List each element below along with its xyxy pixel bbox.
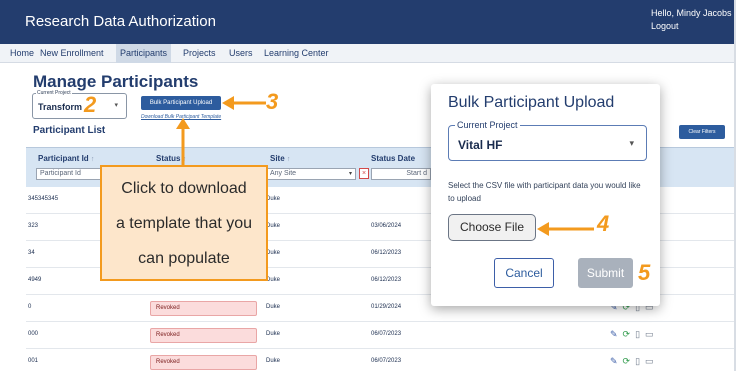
- logout-link[interactable]: Logout: [651, 20, 732, 33]
- refresh-icon[interactable]: ⟳: [623, 329, 631, 340]
- nav-home[interactable]: Home: [6, 44, 38, 63]
- submit-button[interactable]: Submit: [578, 258, 633, 288]
- site-cell: Duke: [266, 304, 281, 310]
- status-date-cell: 06/12/2023: [371, 277, 402, 283]
- bulk-upload-button[interactable]: Bulk Participant Upload: [141, 96, 221, 110]
- refresh-icon[interactable]: ⟳: [623, 356, 631, 367]
- sort-icon: ↑: [286, 156, 291, 163]
- chevron-down-icon: ▾: [348, 171, 352, 177]
- status-badge: Revoked: [150, 355, 257, 370]
- annotation-arrow-up: [176, 118, 190, 167]
- annotation-arrow-left-4: [537, 222, 594, 236]
- document-icon[interactable]: ▭: [645, 329, 654, 340]
- nav-participants[interactable]: Participants: [116, 44, 172, 63]
- annotation-number-3: 3: [266, 89, 279, 114]
- choose-file-button[interactable]: Choose File: [448, 214, 536, 241]
- site-cell: Duke: [266, 358, 281, 364]
- participant-id-cell: 4949: [28, 277, 42, 283]
- site-cell: Duke: [266, 331, 281, 337]
- clear-site-filter-icon[interactable]: ×: [359, 168, 369, 179]
- dialog-description: Select the CSV file with participant dat…: [448, 181, 641, 203]
- status-date-cell: 06/07/2023: [371, 358, 402, 364]
- participant-id-cell: 0: [28, 304, 32, 310]
- top-bar: Research Data Authorization Hello, Mindy…: [0, 0, 743, 44]
- chevron-down-icon: ▾: [629, 138, 634, 148]
- column-header-participant-id[interactable]: Participant Id ↑: [38, 154, 94, 163]
- row-actions: ✎ ⟳ ▯ ▭: [610, 329, 659, 340]
- table-row[interactable]: 001 Revoked Duke 06/07/2023 ✎ ⟳ ▯ ▭: [26, 349, 739, 371]
- participant-list-title: Participant List: [33, 125, 106, 136]
- site-cell: Duke: [266, 277, 281, 283]
- bulk-upload-dialog: Bulk Participant Upload Current Project …: [431, 84, 660, 306]
- status-date-cell: 03/06/2024: [371, 223, 402, 229]
- nav-learning-center[interactable]: Learning Center: [260, 44, 333, 63]
- dialog-project-value: Vital HF: [458, 138, 503, 152]
- page-edge: [734, 0, 743, 371]
- edit-icon[interactable]: ✎: [610, 329, 618, 340]
- status-date-cell: 01/29/2024: [371, 304, 402, 310]
- clear-filters-button[interactable]: Clear Filters: [679, 125, 725, 139]
- callout-text-line: can populate: [138, 250, 230, 267]
- nav-users[interactable]: Users: [225, 44, 257, 63]
- current-project-value: Transform: [38, 102, 83, 112]
- greeting-text: Hello, Mindy Jacobs: [651, 8, 732, 18]
- nav-projects[interactable]: Projects: [179, 44, 220, 63]
- clipboard-icon[interactable]: ▯: [635, 356, 640, 367]
- user-menu: Hello, Mindy Jacobs Logout: [651, 7, 732, 33]
- annotation-number-5: 5: [638, 260, 651, 285]
- annotation-arrow-left-3: [222, 96, 266, 110]
- participant-id-cell: 345345345: [28, 196, 59, 202]
- site-cell: Duke: [266, 250, 281, 256]
- site-filter-select[interactable]: Any Site ▾: [266, 168, 356, 180]
- callout-text-line: a template that you: [115, 215, 253, 232]
- participant-id-cell: 323: [28, 223, 39, 229]
- status-badge: Revoked: [150, 301, 257, 316]
- status-date-start-input[interactable]: Start d: [371, 168, 431, 180]
- dialog-title: Bulk Participant Upload: [448, 94, 615, 111]
- status-date-cell: 06/07/2023: [371, 331, 402, 337]
- annotation-callout: Click to download a template that you ca…: [100, 165, 268, 281]
- app-title: Research Data Authorization: [25, 13, 216, 30]
- participant-id-cell: 001: [28, 358, 39, 364]
- current-project-label: Current Project: [36, 90, 72, 96]
- row-actions: ✎ ⟳ ▯ ▭: [610, 356, 659, 367]
- status-badge: Revoked: [150, 328, 257, 343]
- status-date-cell: 06/12/2023: [371, 250, 402, 256]
- nav-new-enrollment[interactable]: New Enrollment: [36, 44, 108, 63]
- edit-icon[interactable]: ✎: [610, 356, 618, 367]
- dialog-project-label: Current Project: [455, 120, 520, 130]
- sort-icon: ↑: [90, 156, 95, 163]
- document-icon[interactable]: ▭: [645, 356, 654, 367]
- site-cell: Duke: [266, 223, 281, 229]
- clipboard-icon[interactable]: ▯: [635, 329, 640, 340]
- annotation-number-4: 4: [597, 211, 610, 236]
- callout-text-line: Click to download: [121, 180, 247, 197]
- cancel-button[interactable]: Cancel: [494, 258, 554, 288]
- participant-id-cell: 000: [28, 331, 39, 337]
- participant-id-cell: 34: [28, 250, 35, 256]
- dialog-project-select[interactable]: Current Project Vital HF ▾: [448, 120, 647, 161]
- site-cell: Duke: [266, 196, 281, 202]
- current-project-select[interactable]: Current Project Transform ▾: [32, 90, 127, 119]
- chevron-down-icon: ▾: [114, 102, 118, 109]
- page-title: Manage Participants: [33, 72, 199, 91]
- table-row[interactable]: 000 Revoked Duke 06/07/2023 ✎ ⟳ ▯ ▭: [26, 322, 739, 349]
- annotation-number-2: 2: [84, 92, 97, 117]
- column-header-status-date[interactable]: Status Date: [371, 154, 415, 163]
- nav-bar: Home New Enrollment Participants Project…: [0, 44, 743, 63]
- column-header-site[interactable]: Site ↑: [270, 154, 290, 163]
